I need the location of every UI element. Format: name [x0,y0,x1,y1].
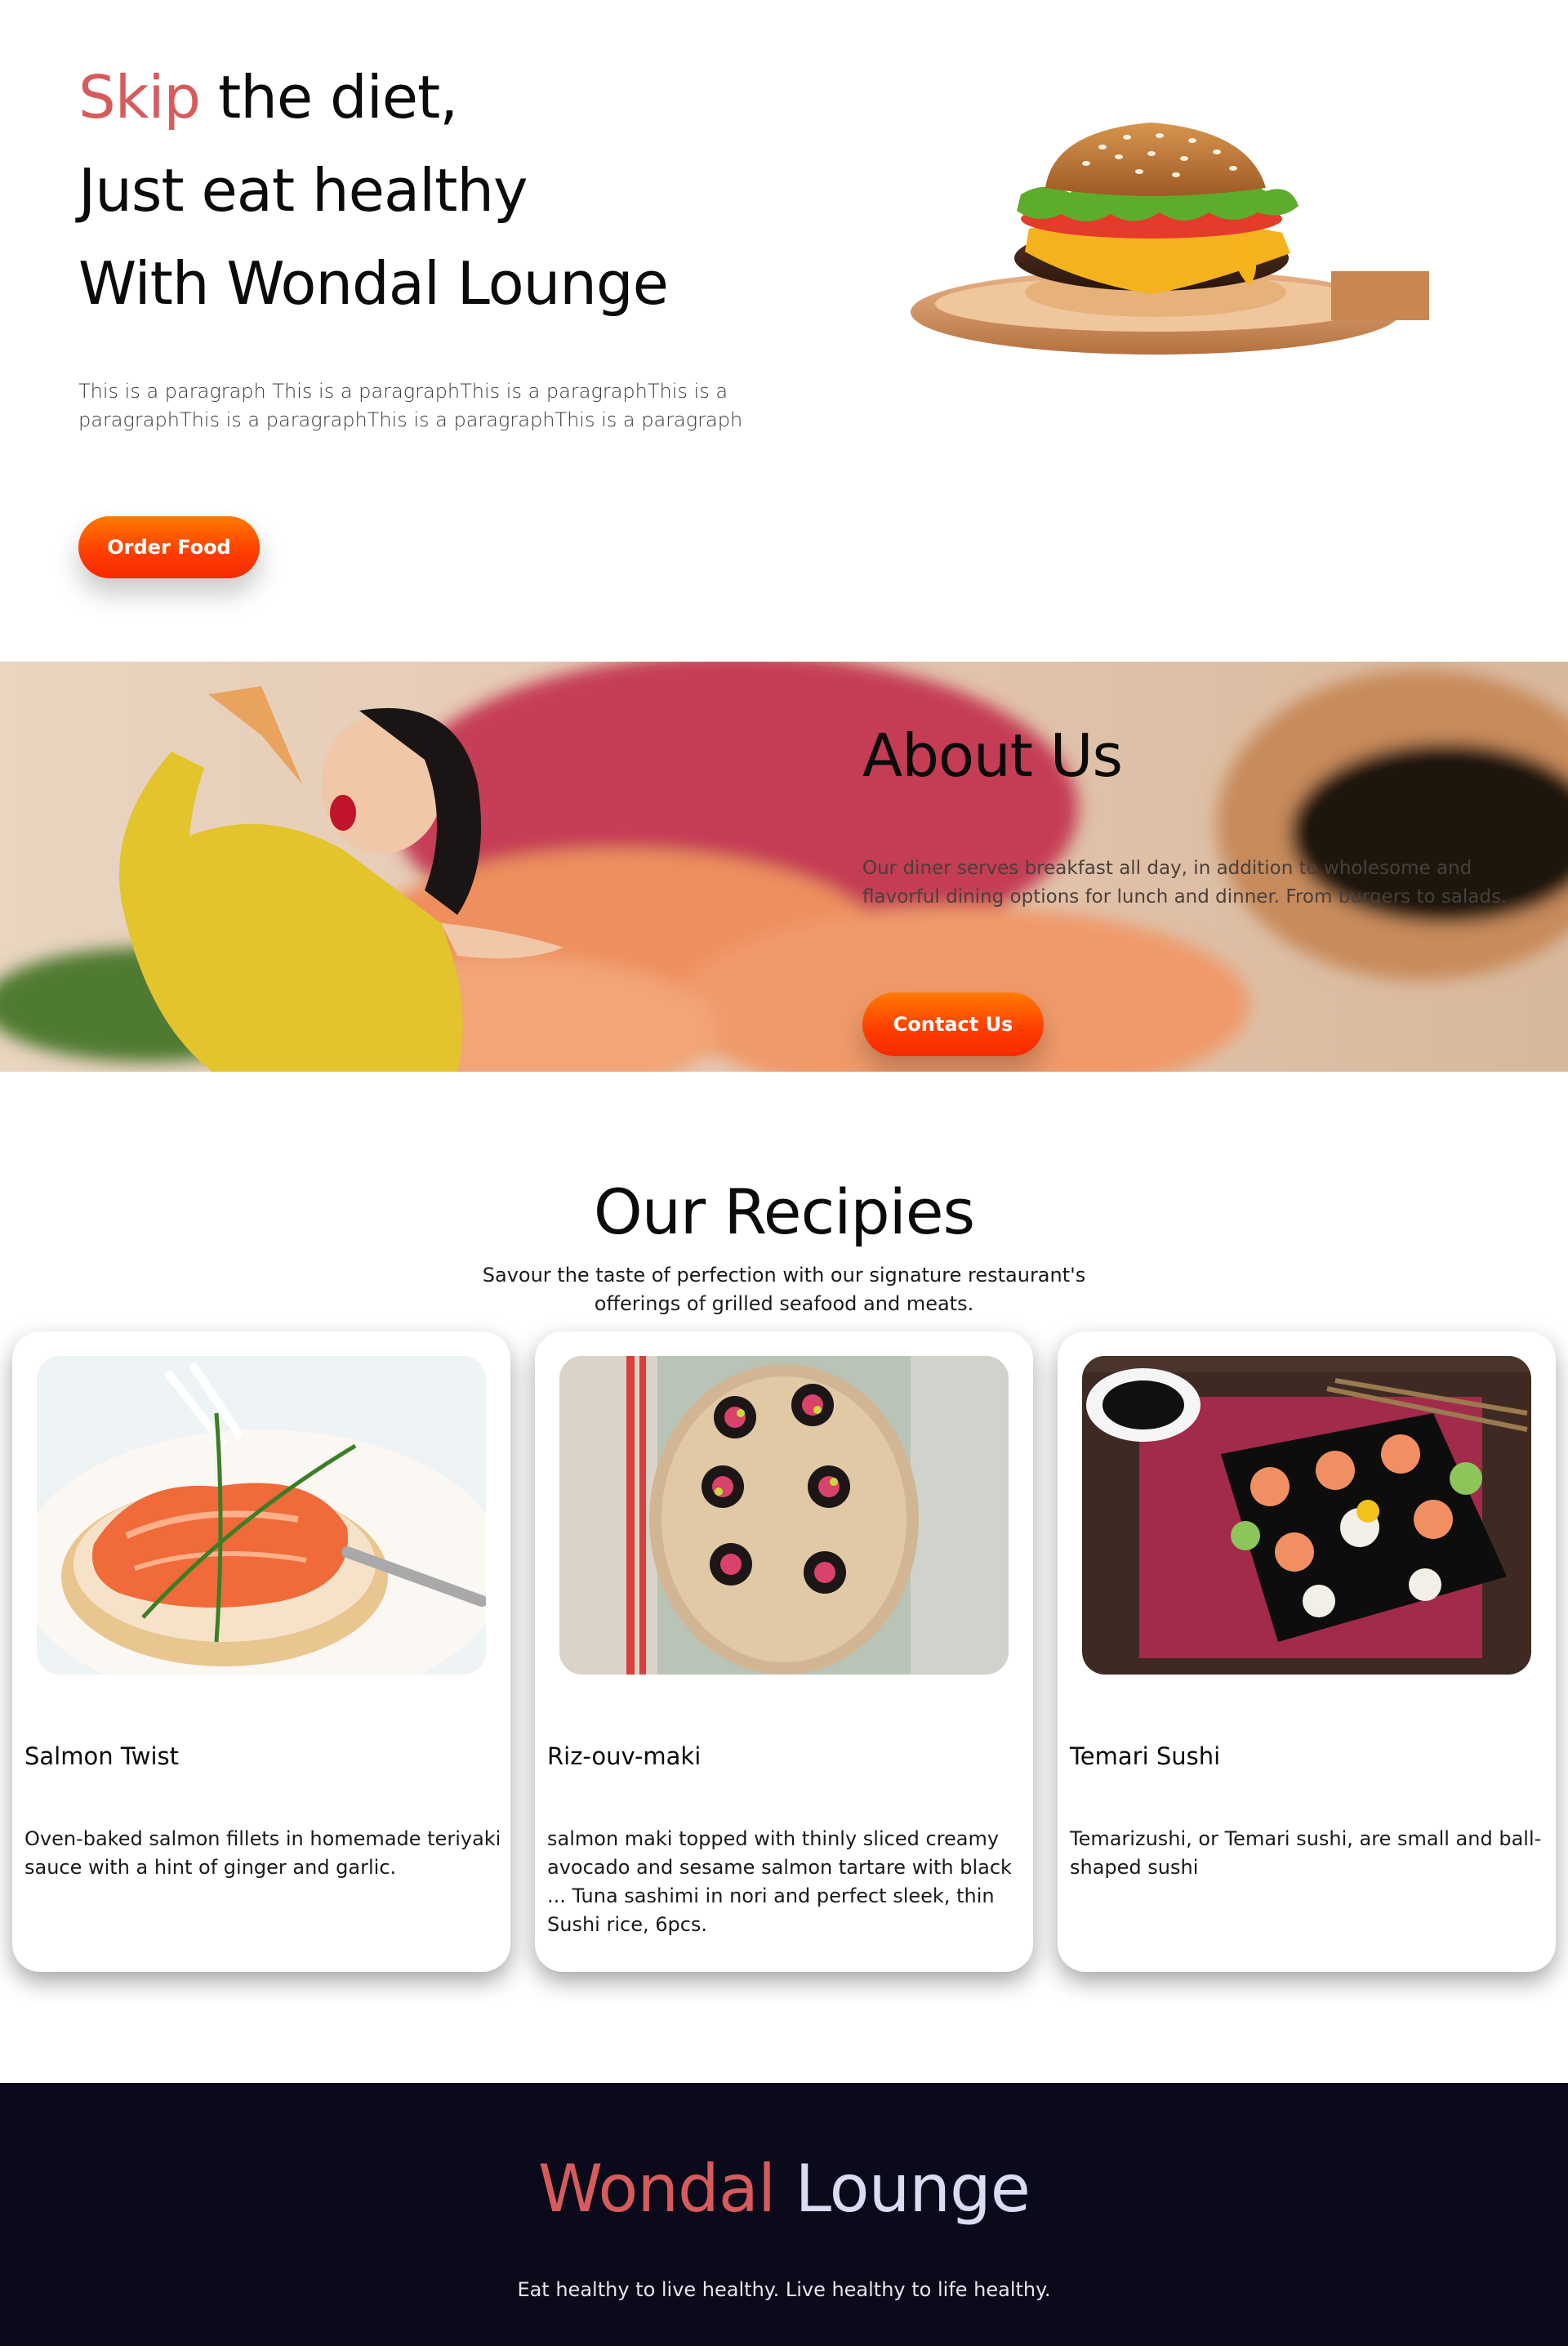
hero-heading-line-2: Just eat healthy [78,156,528,225]
footer: Wondal Lounge Eat healthy to live health… [0,2083,1568,2346]
recipe-card-salmon-twist[interactable]: Salmon Twist Oven-baked salmon fillets i… [12,1331,510,1972]
footer-brand-logo: Wondal Lounge [0,2148,1568,2230]
footer-tagline: Eat healthy to live healthy. Live health… [517,2278,1051,2301]
recipe-card-temari-sushi[interactable]: Temari Sushi Temarizushi, or Temari sush… [1058,1331,1556,1972]
recipe-card-title: Temari Sushi [1070,1742,1221,1770]
hero-heading-rest: the diet, [200,63,458,132]
hero-heading-accent: Skip [78,63,201,132]
hero-paragraph: This is a paragraph This is a paragraphT… [78,380,743,431]
temari-sushi-image [1082,1356,1531,1675]
footer-brand-second: Lounge [775,2151,1031,2227]
recipe-card-riz-ouv-maki[interactable]: Riz-ouv-maki salmon maki topped with thi… [535,1331,1033,1972]
hero-heading-line-1: Skip the diet, [78,51,668,144]
about-heading: About Us [862,721,1123,790]
recipe-card-description: salmon maki topped with thinly sliced cr… [547,1827,1012,1936]
recipe-card-description: Temarizushi, or Temari sushi, are small … [1070,1827,1542,1879]
recipe-card-description: Oven-baked salmon fillets in homemade te… [24,1827,501,1879]
recipe-card-title: Salmon Twist [24,1742,179,1770]
burger-image [911,123,1429,355]
about-section: About Us Our diner serves breakfast all … [0,662,1568,1072]
footer-brand-first: Wondal [537,2151,776,2227]
order-food-button[interactable]: Order Food [78,516,260,578]
about-paragraph: Our diner serves breakfast all day, in a… [862,858,1508,908]
recipes-heading: Our Recipies [593,1175,975,1248]
recipes-subtitle: Savour the taste of perfection with our … [482,1264,1086,1315]
hero-section: Skip the diet, Just eat healthy With Won… [0,0,1568,662]
riz-ouv-maki-image [559,1356,1009,1675]
salmon-twist-image [37,1356,486,1675]
contact-us-button[interactable]: Contact Us [862,992,1044,1056]
hero-heading-line-3: With Wondal Lounge [78,249,669,318]
hero-heading: Skip the diet, Just eat healthy With Won… [78,51,669,330]
recipe-card-title: Riz-ouv-maki [547,1742,702,1770]
